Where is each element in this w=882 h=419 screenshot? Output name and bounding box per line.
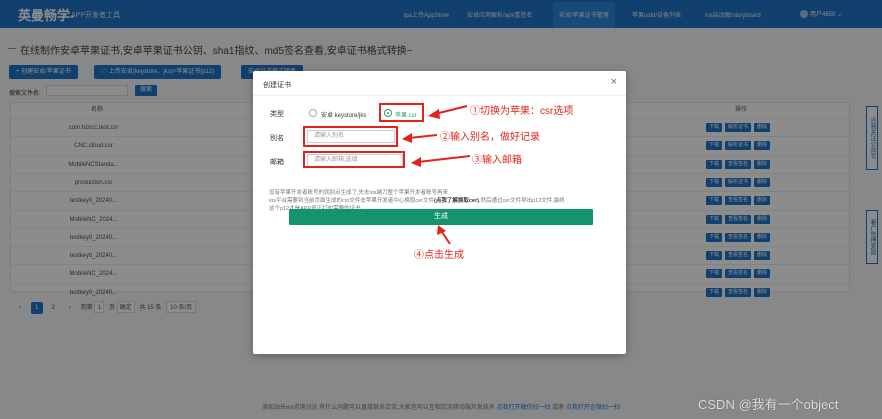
highlight-type: [379, 103, 424, 122]
desc-line-2c: ,然后通过cer文件导出p12文件,最终: [478, 198, 565, 204]
radio-android-label: 安卓 keystore/jks: [321, 113, 367, 119]
dialog-divider: [253, 95, 626, 96]
cer-help-link[interactable]: (点我了解换取cer): [434, 198, 479, 204]
annotation-2: ②输入别名，做好记录: [440, 132, 540, 143]
generate-button[interactable]: 生成: [289, 209, 593, 225]
radio-android[interactable]: [309, 109, 317, 117]
watermark: CSDN @我有一个object: [698, 397, 839, 412]
alias-label: 别名: [270, 135, 284, 142]
close-icon[interactable]: ×: [611, 76, 617, 88]
desc-line-2a: ios平台需要到当前页面生成的csr文件去苹果开发者中心换取cer文件: [269, 198, 435, 204]
highlight-alias: [303, 126, 398, 147]
arrow-1-icon: [428, 105, 468, 119]
arrow-2-icon: [402, 133, 438, 143]
annotation-4: ④点击生成: [414, 250, 464, 261]
annotation-1: ①切换为苹果：csr选项: [470, 106, 574, 117]
desc-line-1: 没有苹果开发者账号的就别点生成了,先去ios端刀整个苹果开发者账号再来: [269, 190, 449, 196]
highlight-email: [303, 151, 405, 168]
desc-line-2: ios平台需要到当前页面生成的csr文件去苹果开发者中心换取cer文件(点我了解…: [269, 197, 614, 205]
arrow-3-icon: [411, 155, 471, 167]
type-label: 类型: [270, 111, 284, 118]
dialog-title: 创建证书: [263, 82, 291, 89]
annotation-3: ③输入邮箱: [472, 155, 522, 166]
email-label: 邮箱: [270, 159, 284, 166]
arrow-4-icon: [437, 225, 451, 245]
